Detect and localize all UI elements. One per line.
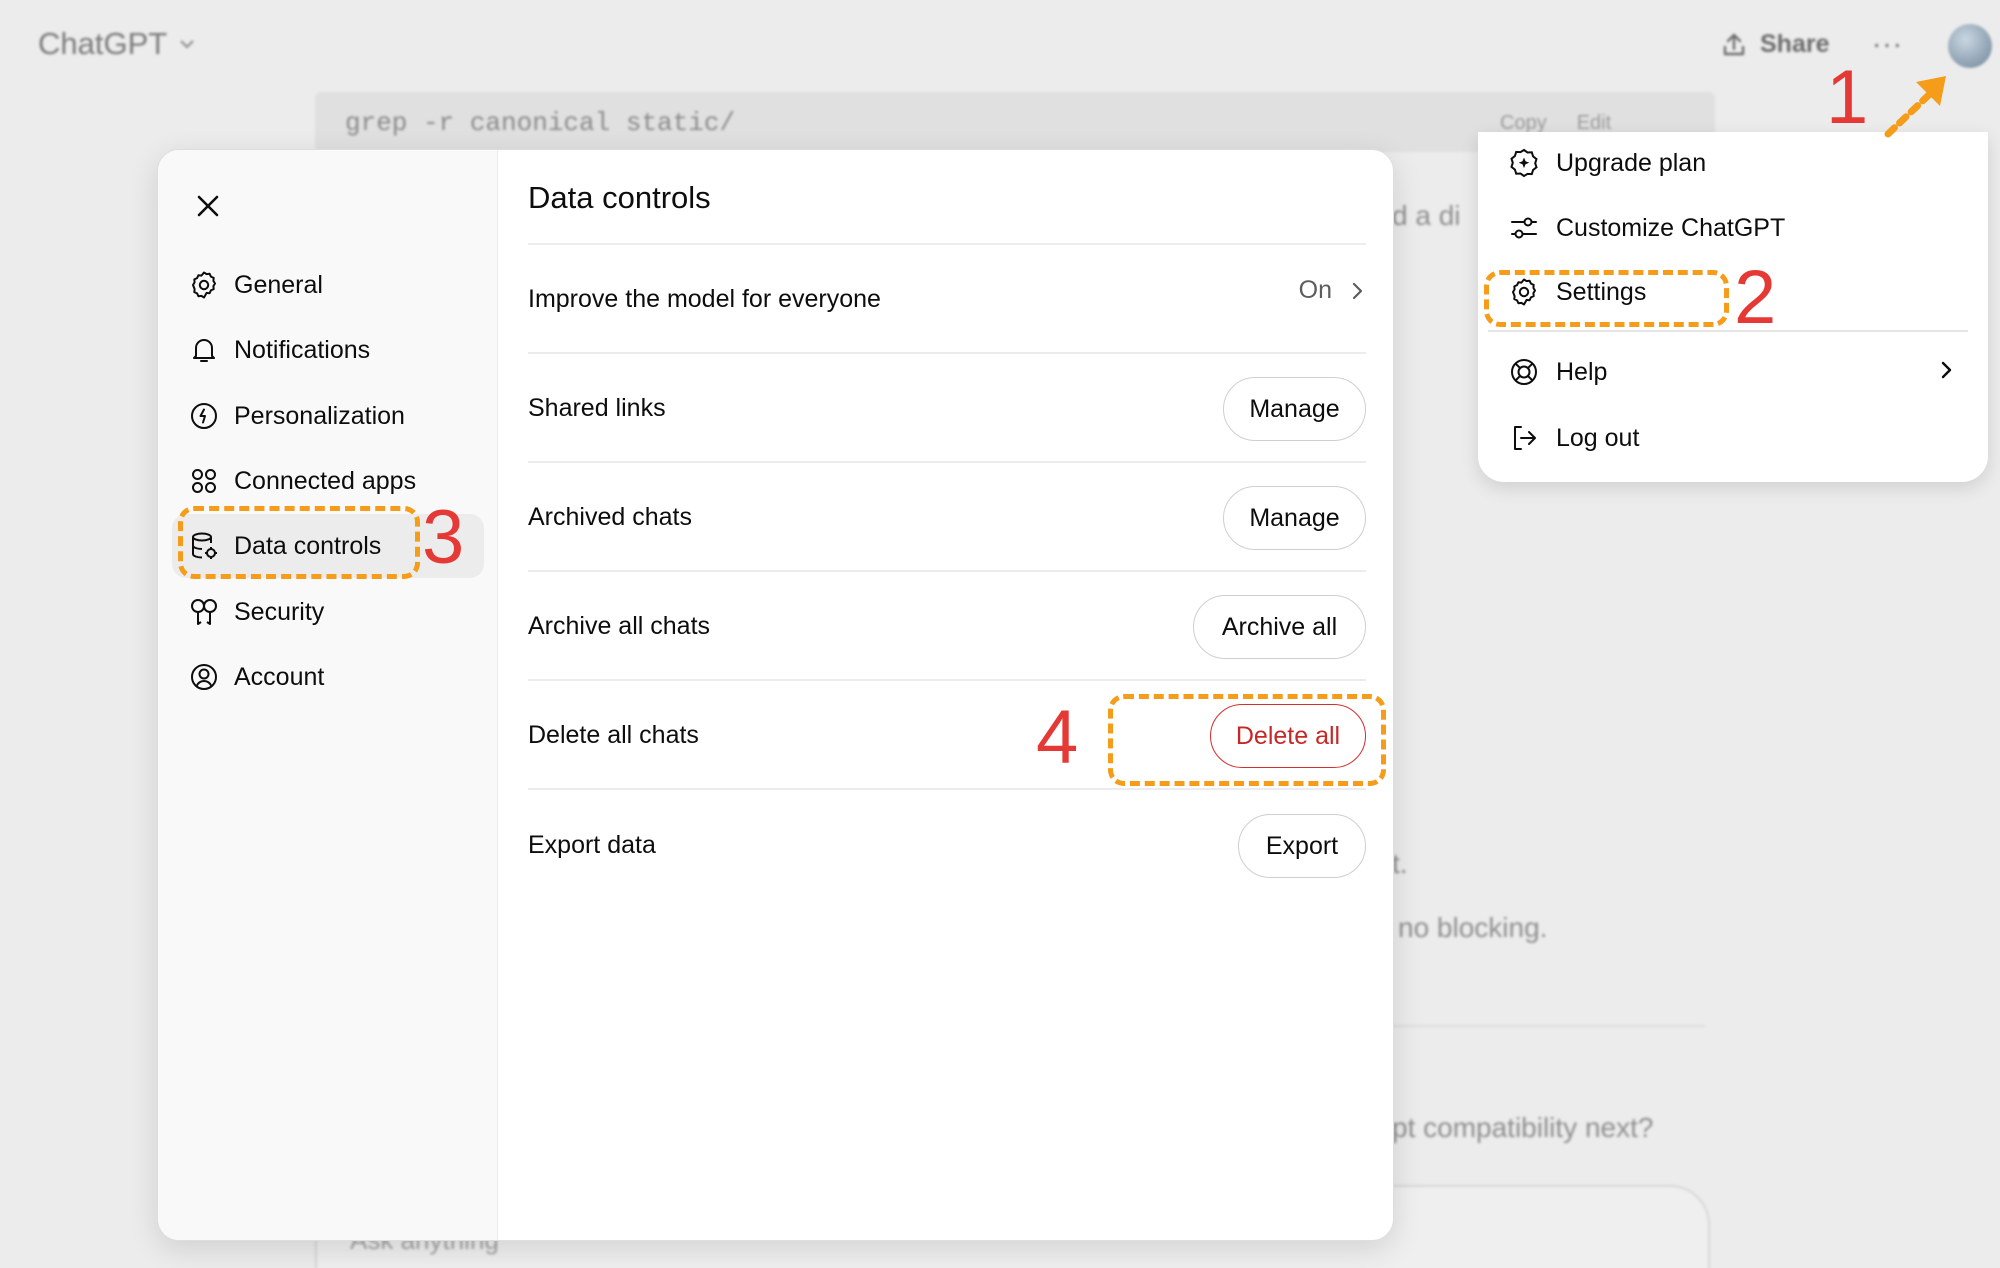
close-button[interactable] (188, 186, 228, 226)
app-title[interactable]: ChatGPT (38, 26, 197, 62)
lifebuoy-icon (1511, 359, 1537, 385)
chevron-right-icon (1352, 282, 1363, 299)
sidebar-item-label: Account (234, 662, 325, 691)
sliders-icon (1511, 217, 1537, 239)
message-fragment: t. (1392, 848, 1408, 879)
divider (528, 352, 1366, 354)
divider (528, 243, 1366, 245)
improve-model-value: On (1298, 276, 1332, 304)
divider (528, 570, 1366, 572)
sidebar-item-personalization[interactable]: Personalization (172, 384, 484, 448)
personalization-icon (191, 403, 217, 429)
manage-shared-links-button[interactable]: Manage (1223, 377, 1366, 441)
code-line: grep -r canonical static/ (345, 108, 736, 138)
row-label-improve-model: Improve the model for everyone (528, 285, 881, 313)
highlight-settings (1484, 270, 1729, 327)
avatar[interactable] (1948, 24, 1992, 68)
sidebar-item-label: General (234, 270, 323, 299)
menu-divider (1488, 330, 1968, 332)
page-title: Data controls (528, 180, 711, 215)
arrow-icon (1884, 76, 1946, 138)
message-fragment: no blocking. (1398, 912, 1548, 943)
export-button[interactable]: Export (1238, 814, 1366, 878)
chevron-right-icon (1941, 361, 1952, 379)
row-label-archive-all: Archive all chats (528, 612, 711, 640)
sidebar-item-notifications[interactable]: Notifications (172, 318, 484, 382)
archive-all-button[interactable]: Archive all (1193, 595, 1366, 659)
step-number-4: 4 (1036, 695, 1079, 780)
sidebar-item-account[interactable]: Account (172, 645, 484, 709)
divider (528, 788, 1366, 790)
sidebar-item-security[interactable]: Security (172, 580, 484, 644)
row-label-archived-chats: Archived chats (528, 503, 692, 531)
step-number-3: 3 (422, 495, 465, 580)
share-icon (1723, 33, 1745, 55)
sidebar-item-general[interactable]: General (172, 253, 484, 317)
improve-model-toggle[interactable]: On (1299, 276, 1368, 305)
row-label-delete-all: Delete all chats (528, 721, 699, 749)
settings-sidebar: General Notifications Personalization Co… (158, 150, 498, 1240)
logout-icon (1514, 426, 1536, 450)
row-label-export-data: Export data (528, 831, 656, 859)
highlight-data-controls (178, 506, 420, 579)
row-label-shared-links: Shared links (528, 394, 666, 422)
divider (528, 461, 1366, 463)
bell-icon (193, 339, 215, 362)
menu-item-logout[interactable]: Log out (1508, 412, 1639, 464)
close-icon (197, 195, 219, 217)
message-fragment: d a di (1392, 200, 1461, 231)
upgrade-icon (1510, 148, 1538, 178)
sidebar-item-label: Security (234, 597, 325, 626)
sidebar-item-label: Personalization (234, 401, 405, 430)
divider (1380, 1025, 1705, 1027)
message-fragment: pt compatibility next? (1392, 1112, 1654, 1143)
sidebar-item-label: Connected apps (234, 466, 417, 495)
apps-icon (192, 469, 216, 493)
more-options-button[interactable]: ··· (1872, 28, 1903, 60)
key-icon (191, 599, 217, 625)
divider (528, 679, 1366, 681)
gear-icon (192, 271, 216, 299)
sidebar-item-label: Notifications (234, 335, 371, 364)
share-button[interactable]: Share (1720, 30, 1829, 59)
step-number-2: 2 (1734, 255, 1777, 340)
highlight-delete-all (1108, 694, 1386, 786)
step-number-1: 1 (1826, 55, 1869, 140)
menu-item-customize[interactable]: Customize ChatGPT (1508, 202, 1785, 254)
manage-archived-chats-button[interactable]: Manage (1223, 486, 1366, 550)
user-circle-icon (191, 664, 217, 690)
menu-item-upgrade-plan[interactable]: Upgrade plan (1508, 137, 1706, 189)
menu-item-help[interactable]: Help (1508, 346, 1607, 398)
chevron-down-icon (180, 40, 194, 49)
